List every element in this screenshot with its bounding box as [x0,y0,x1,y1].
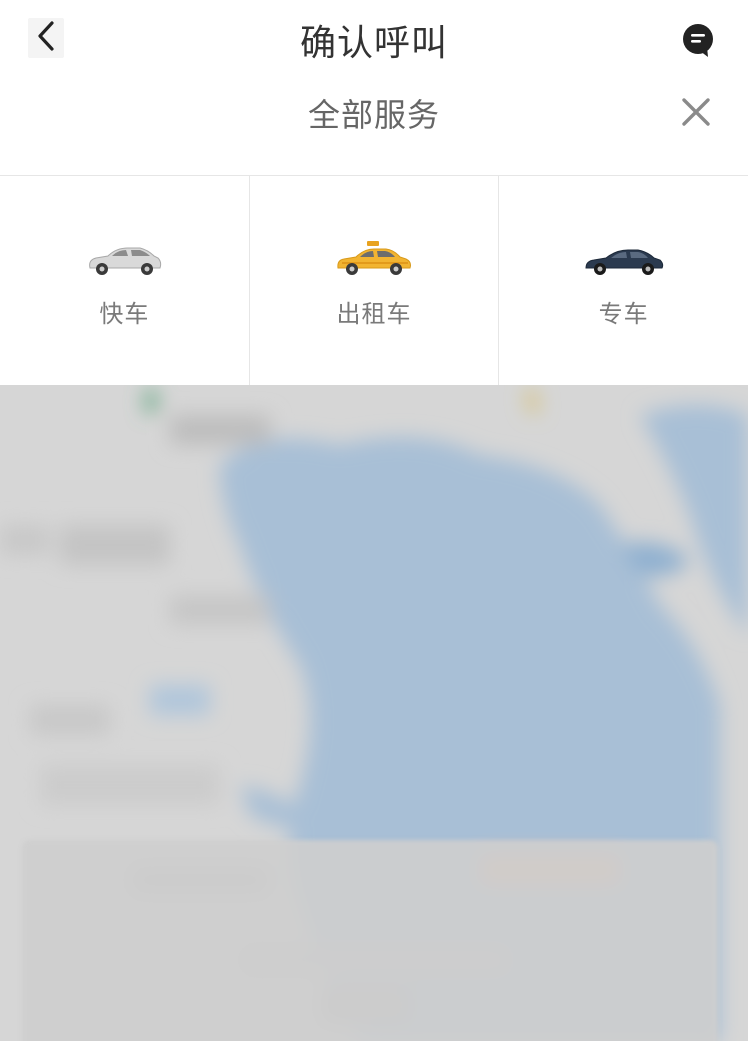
car-silver-icon [84,238,164,278]
top-header: 确认呼叫 [0,0,748,76]
message-button[interactable] [682,23,714,59]
service-premier[interactable]: 专车 [498,176,748,385]
close-icon [680,98,712,132]
car-taxi-icon [334,238,414,278]
services-sheet-header: 全部服务 [0,76,748,176]
map-background[interactable] [0,385,748,1041]
service-taxi[interactable]: 出租车 [248,176,499,385]
confirm-call-screen: 确认呼叫 全部服务 快车 出租车 专车 [0,0,748,1041]
service-label: 出租车 [336,300,412,328]
service-express[interactable]: 快车 [0,176,249,385]
car-navy-icon [584,238,664,278]
service-label: 专车 [598,300,649,328]
page-title: 确认呼叫 [299,23,448,64]
services-list: 快车 出租车 专车 [0,176,748,385]
services-title: 全部服务 [307,96,440,134]
message-bubble-icon [682,24,714,63]
close-button[interactable] [680,96,712,128]
blurred-order-card [22,840,718,1041]
service-label: 快车 [99,300,150,328]
